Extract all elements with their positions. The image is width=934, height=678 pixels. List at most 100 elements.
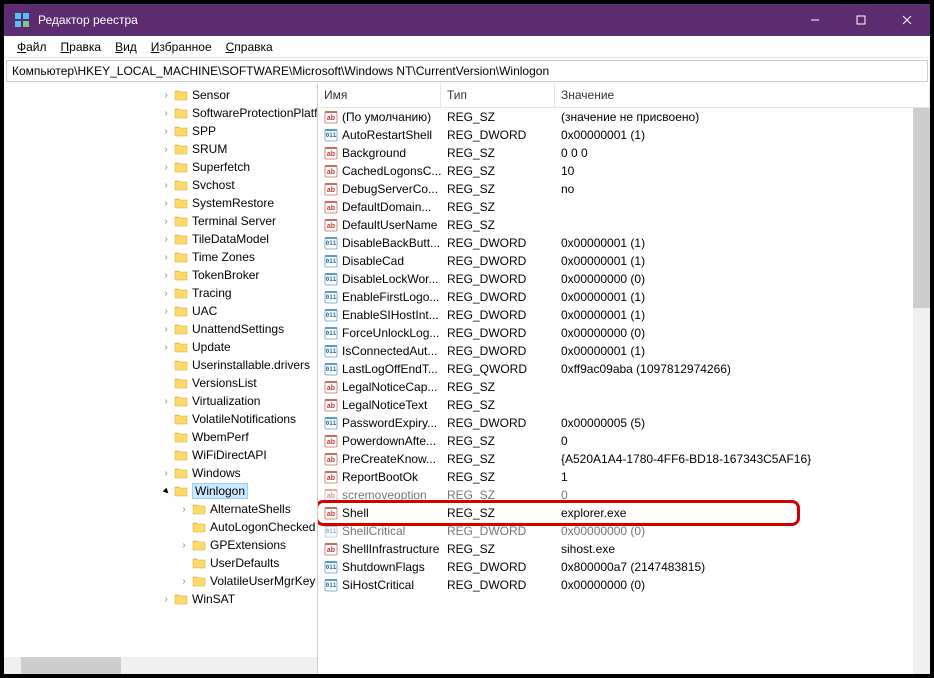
registry-value-row[interactable]: 011DisableCadREG_DWORD0x00000001 (1): [318, 252, 930, 270]
tree-item-alternateshells[interactable]: ›AlternateShells: [6, 500, 315, 518]
expander-icon[interactable]: ›: [178, 503, 190, 515]
tree-item-tiledatamodel[interactable]: ›TileDataModel: [6, 230, 315, 248]
menu-favorites[interactable]: Избранное: [144, 38, 219, 56]
expander-icon[interactable]: ›: [160, 305, 172, 317]
menu-view[interactable]: Вид: [108, 38, 144, 56]
tree-item-virtualization[interactable]: ›Virtualization: [6, 392, 315, 410]
tree-item-spp[interactable]: ›SPP: [6, 122, 315, 140]
tree-item-uac[interactable]: ›UAC: [6, 302, 315, 320]
registry-value-row[interactable]: abLegalNoticeCap...REG_SZ: [318, 378, 930, 396]
tree-item-tokenbroker[interactable]: ›TokenBroker: [6, 266, 315, 284]
scrollbar-thumb[interactable]: [913, 108, 930, 308]
registry-value-row[interactable]: 011EnableSIHostInt...REG_DWORD0x00000001…: [318, 306, 930, 324]
registry-value-row[interactable]: 011ShutdownFlagsREG_DWORD0x800000a7 (214…: [318, 558, 930, 576]
registry-value-row[interactable]: 011SiHostCriticalREG_DWORD0x00000000 (0): [318, 576, 930, 594]
tree-item-softwareprotectionplatfo[interactable]: ›SoftwareProtectionPlatfo: [6, 104, 315, 122]
column-header-value[interactable]: Значение: [555, 84, 930, 107]
titlebar[interactable]: Редактор реестра: [4, 4, 930, 36]
registry-value-row[interactable]: abBackgroundREG_SZ0 0 0: [318, 144, 930, 162]
expander-icon[interactable]: ›: [160, 89, 172, 101]
tree-item-unattendsettings[interactable]: ›UnattendSettings: [6, 320, 315, 338]
column-header-type[interactable]: Тип: [441, 84, 555, 107]
tree-item-userdefaults[interactable]: UserDefaults: [6, 554, 315, 572]
expander-icon[interactable]: ›: [160, 215, 172, 227]
tree-item-gpextensions[interactable]: ›GPExtensions: [6, 536, 315, 554]
tree-item-volatileusermgrkey[interactable]: ›VolatileUserMgrKey: [6, 572, 315, 590]
expander-icon[interactable]: ›: [178, 575, 190, 587]
menu-help[interactable]: Справка: [219, 38, 280, 56]
expander-icon[interactable]: ›: [160, 107, 172, 119]
registry-value-row[interactable]: abscremoveoptionREG_SZ0: [318, 486, 930, 504]
tree-item-terminal-server[interactable]: ›Terminal Server: [6, 212, 315, 230]
expander-icon[interactable]: ›: [160, 197, 172, 209]
registry-value-row[interactable]: 011PasswordExpiry...REG_DWORD0x00000005 …: [318, 414, 930, 432]
tree-item-volatilenotifications[interactable]: VolatileNotifications: [6, 410, 315, 428]
registry-value-row[interactable]: 011ForceUnlockLog...REG_DWORD0x00000000 …: [318, 324, 930, 342]
registry-value-row[interactable]: abLegalNoticeTextREG_SZ: [318, 396, 930, 414]
tree-item-wbemperf[interactable]: WbemPerf: [6, 428, 315, 446]
expander-icon[interactable]: ›: [160, 143, 172, 155]
tree-item-time-zones[interactable]: › Time Zones: [6, 248, 315, 266]
registry-value-row[interactable]: 011DisableBackButt...REG_DWORD0x00000001…: [318, 234, 930, 252]
expander-icon[interactable]: ›: [160, 269, 172, 281]
expander-icon[interactable]: ›: [160, 251, 172, 263]
values-panel[interactable]: Имя Тип Значение ab(По умолчанию)REG_SZ(…: [318, 84, 930, 674]
maximize-button[interactable]: [838, 4, 884, 36]
menu-edit[interactable]: Правка: [54, 38, 109, 56]
expander-icon[interactable]: ›: [160, 467, 172, 479]
registry-value-row[interactable]: abShellREG_SZexplorer.exe: [318, 504, 930, 522]
tree-item-sensor[interactable]: ›Sensor: [6, 86, 315, 104]
registry-value-row[interactable]: 011LastLogOffEndT...REG_QWORD0xff9ac09ab…: [318, 360, 930, 378]
tree-item-srum[interactable]: ›SRUM: [6, 140, 315, 158]
expander-icon[interactable]: ›: [160, 593, 172, 605]
tree-item-update[interactable]: ›Update: [6, 338, 315, 356]
close-button[interactable]: [884, 4, 930, 36]
scrollbar-thumb[interactable]: [21, 657, 121, 674]
menu-file[interactable]: Файл: [10, 38, 54, 56]
minimize-button[interactable]: [792, 4, 838, 36]
registry-value-row[interactable]: abPreCreateKnow...REG_SZ{A520A1A4-1780-4…: [318, 450, 930, 468]
tree-item-svchost[interactable]: ›Svchost: [6, 176, 315, 194]
addressbar[interactable]: Компьютер\HKEY_LOCAL_MACHINE\SOFTWARE\Mi…: [6, 60, 928, 82]
registry-value-row[interactable]: abShellInfrastructureREG_SZsihost.exe: [318, 540, 930, 558]
registry-value-row[interactable]: abDebugServerCo...REG_SZno: [318, 180, 930, 198]
registry-value-row[interactable]: 011EnableFirstLogo...REG_DWORD0x00000001…: [318, 288, 930, 306]
registry-value-row[interactable]: ab(По умолчанию)REG_SZ(значение не присв…: [318, 108, 930, 126]
tree-item-winlogon[interactable]: Winlogon: [6, 482, 315, 500]
tree-item-userinstallable-drivers[interactable]: Userinstallable.drivers: [6, 356, 315, 374]
tree-item-wifidirectapi[interactable]: WiFiDirectAPI: [6, 446, 315, 464]
registry-value-row[interactable]: abDefaultUserNameREG_SZ: [318, 216, 930, 234]
registry-value-row[interactable]: 011AutoRestartShellREG_DWORD0x00000001 (…: [318, 126, 930, 144]
registry-value-row[interactable]: 011ShellCriticalREG_DWORD0x00000000 (0): [318, 522, 930, 540]
expander-icon[interactable]: [160, 485, 172, 497]
expander-icon[interactable]: ›: [160, 287, 172, 299]
list-scrollbar-vertical[interactable]: [913, 108, 930, 674]
tree-item-versionslist[interactable]: VersionsList: [6, 374, 315, 392]
tree-item-systemrestore[interactable]: ›SystemRestore: [6, 194, 315, 212]
expander-icon[interactable]: ›: [160, 161, 172, 173]
registry-value-row[interactable]: 011DisableLockWor...REG_DWORD0x00000000 …: [318, 270, 930, 288]
expander-icon[interactable]: ›: [178, 539, 190, 551]
tree-item-label: WbemPerf: [192, 430, 249, 444]
expander-icon[interactable]: ›: [160, 341, 172, 353]
expander-icon[interactable]: ›: [160, 233, 172, 245]
registry-value-row[interactable]: abCachedLogonsC...REG_SZ10: [318, 162, 930, 180]
tree-item-winsat[interactable]: ›WinSAT: [6, 590, 315, 608]
tree-scrollbar-horizontal[interactable]: [4, 657, 317, 674]
registry-value-row[interactable]: abPowerdownAfte...REG_SZ0: [318, 432, 930, 450]
tree-item-autologonchecked[interactable]: AutoLogonChecked: [6, 518, 315, 536]
registry-value-row[interactable]: abReportBootOkREG_SZ1: [318, 468, 930, 486]
tree-item-tracing[interactable]: ›Tracing: [6, 284, 315, 302]
svg-text:011: 011: [326, 294, 337, 301]
registry-value-row[interactable]: 011IsConnectedAut...REG_DWORD0x00000001 …: [318, 342, 930, 360]
column-header-name[interactable]: Имя: [318, 84, 441, 107]
tree-item-label: Time Zones: [192, 250, 255, 264]
expander-icon[interactable]: ›: [160, 179, 172, 191]
expander-icon[interactable]: ›: [160, 395, 172, 407]
expander-icon[interactable]: ›: [160, 323, 172, 335]
tree-item-windows[interactable]: ›Windows: [6, 464, 315, 482]
registry-value-row[interactable]: abDefaultDomain...REG_SZ: [318, 198, 930, 216]
expander-icon[interactable]: ›: [160, 125, 172, 137]
tree-panel[interactable]: ›Sensor›SoftwareProtectionPlatfo›SPP›SRU…: [4, 84, 318, 674]
tree-item-superfetch[interactable]: ›Superfetch: [6, 158, 315, 176]
